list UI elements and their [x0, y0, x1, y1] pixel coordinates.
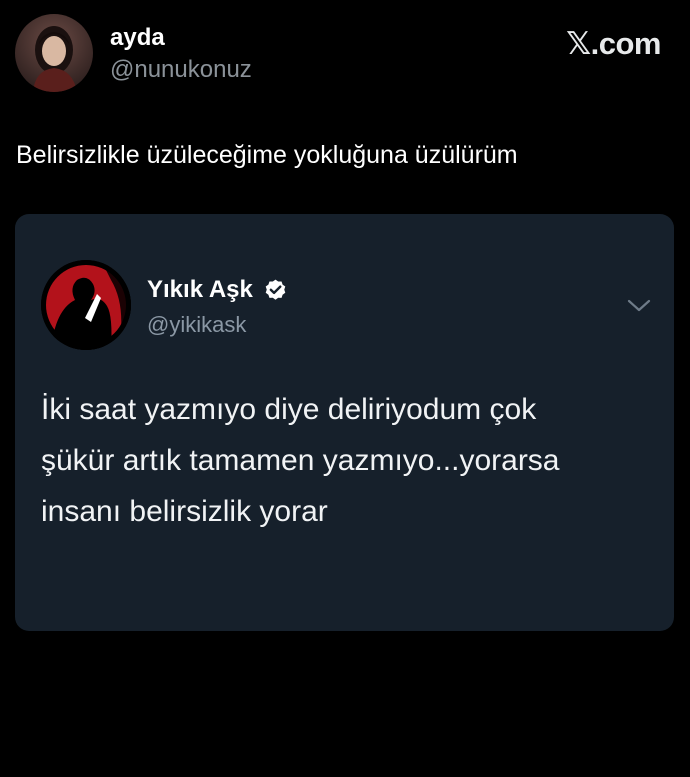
quoted-tweet-card[interactable]: Yıkık Aşk @yikikask İki saat yazmıyo diy… — [15, 214, 674, 631]
brand-suffix: .com — [590, 26, 662, 61]
x-com-logo: 𝕏.com — [566, 26, 661, 62]
quoted-tweet-body: İki saat yazmıyo diye deliriyodum çok şü… — [41, 384, 661, 537]
quoted-body-line: İki saat yazmıyo diye deliriyodum çok — [41, 393, 537, 426]
quoted-author-avatar[interactable] — [41, 260, 131, 350]
quoted-author-handle[interactable]: @yikikask — [147, 312, 246, 338]
tweet-text: Belirsizlikle üzüleceğime yokluğuna üzül… — [16, 141, 518, 169]
quoted-body-line: şükür artık tamamen yazmıyo...yorarsa — [41, 444, 560, 477]
author-handle[interactable]: @nunukonuz — [110, 56, 252, 84]
avatar-photo-icon — [15, 14, 93, 92]
verified-badge-icon — [265, 279, 286, 300]
quoted-author-name[interactable]: Yıkık Aşk — [147, 276, 253, 304]
quoted-body-line: insanı belirsizlik yorar — [41, 495, 328, 528]
silhouette-avatar-icon — [41, 260, 131, 350]
author-avatar[interactable] — [15, 14, 93, 92]
chevron-down-icon[interactable] — [626, 298, 652, 314]
x-logo-icon: 𝕏 — [566, 26, 591, 62]
author-name[interactable]: ayda — [110, 24, 165, 52]
quoted-name-row: Yıkık Aşk — [147, 276, 288, 304]
